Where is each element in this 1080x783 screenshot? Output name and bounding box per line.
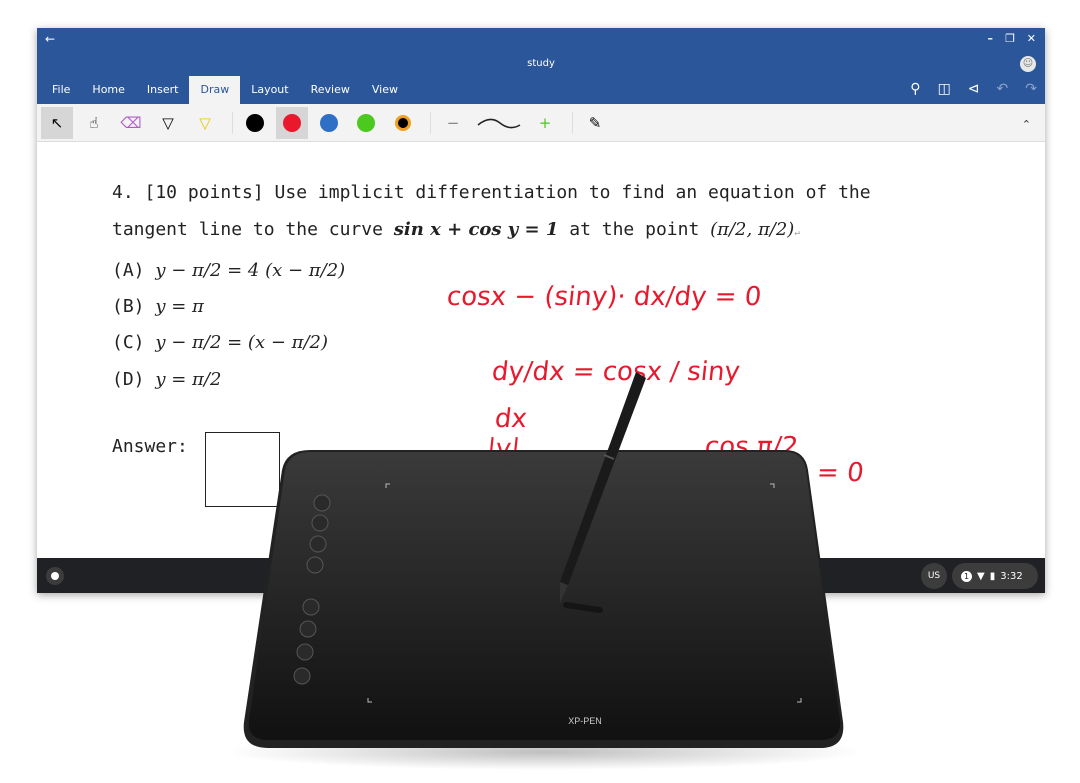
express-key (309, 535, 327, 553)
express-key (302, 598, 320, 616)
tablet-surface (248, 452, 841, 740)
express-key (313, 494, 331, 512)
brand-logo: XP-PEN (568, 716, 602, 726)
drawing-tablet: XP-PEN (225, 372, 865, 770)
express-key (293, 667, 311, 685)
express-key (306, 556, 324, 574)
express-key (299, 620, 317, 638)
express-key (296, 643, 314, 661)
express-key (311, 514, 329, 532)
